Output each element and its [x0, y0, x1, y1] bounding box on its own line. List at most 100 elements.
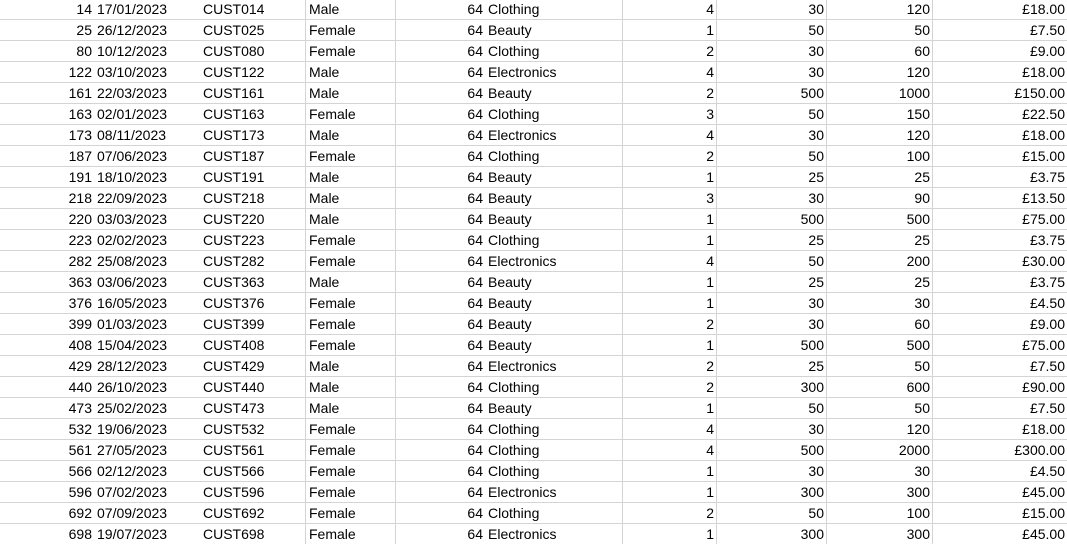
- cell-gender[interactable]: Female: [306, 482, 396, 503]
- cell-quantity[interactable]: 2: [623, 41, 717, 62]
- cell-product-category[interactable]: Beauty: [485, 398, 623, 419]
- cell-quantity[interactable]: 2: [623, 503, 717, 524]
- cell-total-amount[interactable]: 2000: [827, 440, 933, 461]
- cell-transaction-id[interactable]: 561: [0, 440, 94, 461]
- cell-gender[interactable]: Female: [306, 503, 396, 524]
- cell-product-category[interactable]: Beauty: [485, 209, 623, 230]
- cell-quantity[interactable]: 4: [623, 125, 717, 146]
- cell-product-category[interactable]: Electronics: [485, 482, 623, 503]
- cell-total-amount[interactable]: 300: [827, 482, 933, 503]
- cell-date[interactable]: 02/02/2023: [94, 230, 200, 251]
- cell-product-category[interactable]: Beauty: [485, 314, 623, 335]
- cell-customer-id[interactable]: CUST376: [200, 293, 306, 314]
- cell-transaction-id[interactable]: 698: [0, 524, 94, 544]
- cell-price-per-unit[interactable]: 500: [717, 440, 827, 461]
- cell-quantity[interactable]: 3: [623, 104, 717, 125]
- cell-age[interactable]: 64: [396, 440, 485, 461]
- cell-transaction-id[interactable]: 218: [0, 188, 94, 209]
- cell-gender[interactable]: Male: [306, 188, 396, 209]
- cell-gender[interactable]: Female: [306, 41, 396, 62]
- cell-date[interactable]: 19/07/2023: [94, 524, 200, 544]
- cell-product-category[interactable]: Electronics: [485, 62, 623, 83]
- cell-price-per-unit[interactable]: 30: [717, 125, 827, 146]
- cell-total-amount[interactable]: 120: [827, 0, 933, 20]
- cell-product-category[interactable]: Clothing: [485, 0, 623, 20]
- cell-product-category[interactable]: Electronics: [485, 524, 623, 544]
- cell-age[interactable]: 64: [396, 251, 485, 272]
- cell-transaction-id[interactable]: 25: [0, 20, 94, 41]
- cell-date[interactable]: 02/01/2023: [94, 104, 200, 125]
- cell-gender[interactable]: Female: [306, 419, 396, 440]
- cell-price-per-unit[interactable]: 300: [717, 377, 827, 398]
- cell-customer-id[interactable]: CUST191: [200, 167, 306, 188]
- cell-quantity[interactable]: 1: [623, 482, 717, 503]
- cell-discount[interactable]: £7.50: [933, 356, 1067, 377]
- cell-product-category[interactable]: Clothing: [485, 419, 623, 440]
- cell-quantity[interactable]: 2: [623, 356, 717, 377]
- cell-gender[interactable]: Female: [306, 104, 396, 125]
- cell-age[interactable]: 64: [396, 272, 485, 293]
- cell-date[interactable]: 19/06/2023: [94, 419, 200, 440]
- cell-price-per-unit[interactable]: 500: [717, 209, 827, 230]
- cell-transaction-id[interactable]: 408: [0, 335, 94, 356]
- cell-product-category[interactable]: Beauty: [485, 188, 623, 209]
- cell-price-per-unit[interactable]: 50: [717, 251, 827, 272]
- cell-age[interactable]: 64: [396, 356, 485, 377]
- cell-date[interactable]: 26/12/2023: [94, 20, 200, 41]
- cell-age[interactable]: 64: [396, 146, 485, 167]
- cell-gender[interactable]: Female: [306, 461, 396, 482]
- cell-price-per-unit[interactable]: 30: [717, 41, 827, 62]
- cell-date[interactable]: 27/05/2023: [94, 440, 200, 461]
- cell-total-amount[interactable]: 120: [827, 419, 933, 440]
- cell-total-amount[interactable]: 60: [827, 314, 933, 335]
- cell-product-category[interactable]: Beauty: [485, 272, 623, 293]
- cell-customer-id[interactable]: CUST080: [200, 41, 306, 62]
- cell-date[interactable]: 18/10/2023: [94, 167, 200, 188]
- cell-price-per-unit[interactable]: 25: [717, 356, 827, 377]
- cell-discount[interactable]: £75.00: [933, 209, 1067, 230]
- cell-total-amount[interactable]: 90: [827, 188, 933, 209]
- cell-discount[interactable]: £9.00: [933, 41, 1067, 62]
- cell-transaction-id[interactable]: 566: [0, 461, 94, 482]
- cell-transaction-id[interactable]: 161: [0, 83, 94, 104]
- cell-total-amount[interactable]: 120: [827, 62, 933, 83]
- cell-date[interactable]: 02/12/2023: [94, 461, 200, 482]
- cell-transaction-id[interactable]: 596: [0, 482, 94, 503]
- cell-product-category[interactable]: Clothing: [485, 440, 623, 461]
- cell-transaction-id[interactable]: 473: [0, 398, 94, 419]
- cell-age[interactable]: 64: [396, 335, 485, 356]
- cell-price-per-unit[interactable]: 50: [717, 398, 827, 419]
- cell-quantity[interactable]: 1: [623, 272, 717, 293]
- cell-quantity[interactable]: 1: [623, 524, 717, 544]
- cell-price-per-unit[interactable]: 500: [717, 335, 827, 356]
- cell-product-category[interactable]: Electronics: [485, 356, 623, 377]
- cell-customer-id[interactable]: CUST566: [200, 461, 306, 482]
- cell-gender[interactable]: Female: [306, 524, 396, 544]
- cell-quantity[interactable]: 2: [623, 83, 717, 104]
- cell-discount[interactable]: £22.50: [933, 104, 1067, 125]
- cell-discount[interactable]: £18.00: [933, 419, 1067, 440]
- cell-date[interactable]: 07/02/2023: [94, 482, 200, 503]
- cell-discount[interactable]: £3.75: [933, 272, 1067, 293]
- cell-date[interactable]: 22/09/2023: [94, 188, 200, 209]
- cell-product-category[interactable]: Beauty: [485, 167, 623, 188]
- cell-age[interactable]: 64: [396, 20, 485, 41]
- cell-gender[interactable]: Female: [306, 146, 396, 167]
- cell-customer-id[interactable]: CUST163: [200, 104, 306, 125]
- cell-transaction-id[interactable]: 363: [0, 272, 94, 293]
- cell-transaction-id[interactable]: 223: [0, 230, 94, 251]
- cell-date[interactable]: 01/03/2023: [94, 314, 200, 335]
- cell-total-amount[interactable]: 30: [827, 293, 933, 314]
- cell-total-amount[interactable]: 25: [827, 167, 933, 188]
- cell-product-category[interactable]: Beauty: [485, 293, 623, 314]
- cell-transaction-id[interactable]: 692: [0, 503, 94, 524]
- cell-date[interactable]: 22/03/2023: [94, 83, 200, 104]
- cell-customer-id[interactable]: CUST596: [200, 482, 306, 503]
- cell-date[interactable]: 26/10/2023: [94, 377, 200, 398]
- cell-age[interactable]: 64: [396, 230, 485, 251]
- cell-age[interactable]: 64: [396, 209, 485, 230]
- cell-product-category[interactable]: Clothing: [485, 230, 623, 251]
- cell-age[interactable]: 64: [396, 524, 485, 544]
- cell-customer-id[interactable]: CUST561: [200, 440, 306, 461]
- cell-total-amount[interactable]: 600: [827, 377, 933, 398]
